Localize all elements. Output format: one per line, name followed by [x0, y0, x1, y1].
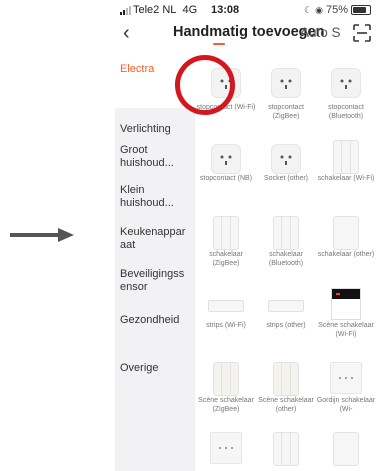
- device-label: stopcontact (ZigBee): [268, 104, 304, 120]
- status-right: ☾ ◉ 75%: [304, 4, 371, 16]
- battery-icon: [351, 5, 371, 15]
- device-tile[interactable]: schakelaar (ZigBee): [195, 214, 257, 274]
- sidebar-item-keukenapparaat[interactable]: Keukenapparaat: [115, 220, 195, 258]
- device-label: schakelaar (other): [317, 251, 375, 258]
- sidebar-item-verlichting[interactable]: Verlichting: [115, 108, 195, 138]
- sidebar-item-label: Keukenapparaat: [120, 226, 186, 251]
- category-sidebar: Electra Verlichting Groot huishoud... Kl…: [115, 50, 195, 471]
- device-label: strips (other): [266, 322, 306, 329]
- socket-icon: [271, 68, 301, 98]
- active-tab-indicator: [213, 43, 225, 45]
- device-tile[interactable]: [195, 430, 257, 471]
- sidebar-item-groot-huishoud[interactable]: Groot huishoud...: [115, 138, 195, 178]
- signal-icon: [120, 6, 131, 15]
- sidebar-item-label: Gezondheid: [120, 314, 180, 326]
- scan-icon[interactable]: [353, 24, 371, 42]
- socket-icon: [211, 144, 241, 174]
- device-tile[interactable]: stopcontact (ZigBee): [255, 62, 317, 122]
- device-tile[interactable]: stopcontact (Bluetooth): [315, 62, 377, 122]
- status-bar: Tele2 NL 4G 13:08 ☾ ◉ 75%: [115, 0, 377, 22]
- device-label: schakelaar (Bluetooth): [268, 251, 304, 267]
- switch-icon: [213, 362, 239, 396]
- device-label: Gordijn schakelaar (Wi-: [316, 397, 376, 413]
- device-label: Scène schakelaar (other): [258, 397, 314, 413]
- device-label: schakelaar (Wi-Fi): [317, 175, 375, 182]
- device-tile[interactable]: Scène schakelaar (ZigBee): [195, 360, 257, 420]
- sidebar-item-label: Groot huishoud...: [120, 144, 174, 169]
- device-label: stopcontact (Bluetooth): [328, 104, 364, 120]
- device-tile[interactable]: [315, 430, 377, 471]
- device-tile[interactable]: Scène schakelaar (Wi-Fi): [315, 288, 377, 352]
- sidebar-item-gezondheid[interactable]: Gezondheid: [115, 310, 195, 350]
- device-tile[interactable]: Socket (other): [255, 138, 317, 198]
- device-label: strips (Wi-Fi): [206, 322, 246, 329]
- device-label: stopcontact (NB): [199, 175, 253, 182]
- sidebar-item-label: Verlichting: [120, 123, 171, 135]
- switch-icon: [333, 432, 359, 466]
- clock: 13:08: [211, 4, 240, 16]
- device-tile[interactable]: strips (other): [255, 288, 317, 348]
- chevron-left-icon[interactable]: ‹: [123, 23, 130, 43]
- curtain-switch-icon: [330, 362, 362, 394]
- switch-icon: [333, 216, 359, 250]
- switch-icon: [333, 140, 359, 174]
- battery-percent: 75%: [325, 4, 348, 16]
- switch-icon: [273, 432, 299, 466]
- annotation-arrow-icon: [10, 228, 74, 242]
- curtain-switch-icon: [210, 432, 242, 464]
- sidebar-item-label: Overige: [120, 362, 159, 374]
- device-tile[interactable]: schakelaar (Bluetooth): [255, 214, 317, 274]
- moon-icon: ☾: [304, 4, 313, 15]
- switch-icon: [213, 216, 239, 250]
- carrier-label: Tele2 NL 4G: [133, 4, 198, 16]
- device-grid: stopcontact (Wi-Fi) stopcontact (ZigBee)…: [195, 50, 377, 471]
- scene-switch-icon: [331, 288, 361, 320]
- switch-icon: [273, 362, 299, 396]
- sidebar-item-label: Klein huishoud...: [120, 184, 174, 209]
- device-tile[interactable]: Scène schakelaar (other): [255, 360, 317, 420]
- socket-icon: [271, 144, 301, 174]
- device-tile[interactable]: [255, 430, 317, 471]
- tab-auto-scan[interactable]: Auto S: [300, 25, 341, 40]
- header: ‹ Handmatig toevoegen Auto S: [115, 22, 377, 46]
- location-icon: ◉: [315, 4, 323, 15]
- device-label: schakelaar (ZigBee): [209, 251, 243, 267]
- sidebar-item-label: Beveiligingssensor: [120, 268, 185, 293]
- socket-icon: [331, 68, 361, 98]
- device-tile[interactable]: stopcontact (NB): [195, 138, 257, 198]
- sidebar-item-beveiligingssensor[interactable]: Beveiligingssensor: [115, 262, 195, 302]
- sidebar-item-klein-huishoud[interactable]: Klein huishoud...: [115, 178, 195, 218]
- device-label: Scène schakelaar (ZigBee): [198, 397, 254, 413]
- device-tile[interactable]: schakelaar (Wi-Fi): [315, 138, 377, 198]
- device-tile[interactable]: Gordijn schakelaar (Wi-: [315, 360, 377, 420]
- power-strip-icon: [268, 300, 304, 312]
- sidebar-item-label: Electra: [120, 63, 155, 75]
- device-tile[interactable]: strips (Wi-Fi): [195, 288, 257, 348]
- switch-icon: [273, 216, 299, 250]
- power-strip-icon: [208, 300, 244, 312]
- device-tile[interactable]: schakelaar (other): [315, 214, 377, 274]
- device-label: Scène schakelaar (Wi-Fi): [318, 322, 374, 338]
- device-label: Socket (other): [264, 175, 308, 182]
- sidebar-item-overige[interactable]: Overige: [115, 356, 195, 386]
